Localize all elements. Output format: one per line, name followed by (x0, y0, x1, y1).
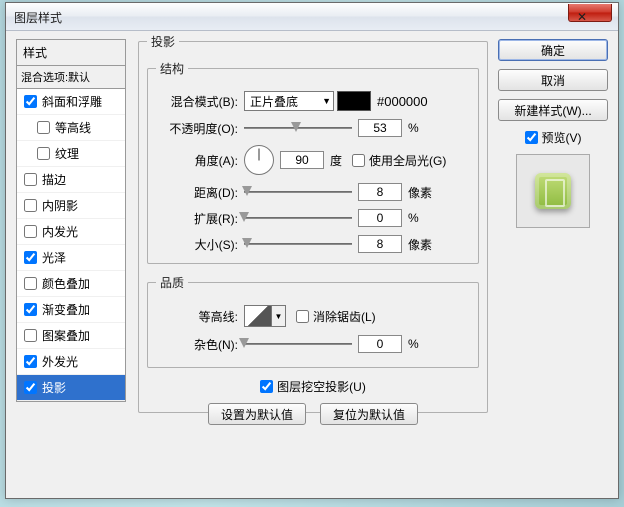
style-item-checkbox[interactable] (24, 225, 37, 238)
titlebar[interactable]: 图层样式 ✕ (6, 3, 618, 31)
style-item-label: 外发光 (42, 353, 78, 370)
right-column: 确定 取消 新建样式(W)... 预览(V) (498, 39, 608, 228)
style-item-checkbox[interactable] (24, 355, 37, 368)
antialias-checkbox[interactable]: 消除锯齿(L) (296, 308, 376, 325)
style-item-checkbox[interactable] (24, 199, 37, 212)
new-style-button[interactable]: 新建样式(W)... (498, 99, 608, 121)
angle-label: 角度(A): (156, 152, 238, 169)
main-title: 投影 (147, 33, 179, 50)
angle-dial[interactable] (244, 145, 274, 175)
preview-icon (535, 173, 571, 209)
ok-button[interactable]: 确定 (498, 39, 608, 61)
style-item-9[interactable]: 图案叠加 (17, 323, 125, 349)
style-item-2[interactable]: 纹理 (17, 141, 125, 167)
angle-unit: 度 (330, 152, 342, 169)
blend-options-default[interactable]: 混合选项:默认 (16, 65, 126, 89)
close-icon: ✕ (577, 10, 587, 25)
spread-slider[interactable] (244, 211, 352, 225)
contour-dropdown[interactable]: ▼ (272, 305, 286, 327)
style-item-5[interactable]: 内发光 (17, 219, 125, 245)
styles-list: 斜面和浮雕等高线纹理描边内阴影内发光光泽颜色叠加渐变叠加图案叠加外发光投影 (16, 89, 126, 402)
style-item-checkbox[interactable] (24, 251, 37, 264)
size-label: 大小(S): (156, 236, 238, 253)
style-item-label: 纹理 (55, 145, 79, 162)
size-input[interactable] (358, 235, 402, 253)
style-item-checkbox[interactable] (37, 121, 50, 134)
style-item-label: 内发光 (42, 223, 78, 240)
opacity-slider[interactable] (244, 121, 352, 135)
close-button[interactable]: ✕ (568, 4, 612, 22)
distance-slider[interactable] (244, 185, 352, 199)
opacity-input[interactable] (358, 119, 402, 137)
dialog-title: 图层样式 (14, 9, 62, 26)
styles-header[interactable]: 样式 (16, 39, 126, 65)
style-item-label: 描边 (42, 171, 66, 188)
shadow-color-swatch[interactable] (337, 91, 371, 111)
structure-group: 结构 混合模式(B): 正片叠底 ▼ #000000 不透明度(O): % (147, 60, 479, 264)
style-item-checkbox[interactable] (24, 173, 37, 186)
distance-unit: 像素 (408, 184, 432, 201)
size-slider[interactable] (244, 237, 352, 251)
angle-input[interactable] (280, 151, 324, 169)
blend-mode-combo[interactable]: 正片叠底 ▼ (244, 91, 334, 111)
reset-default-button[interactable]: 复位为默认值 (320, 403, 418, 425)
distance-input[interactable] (358, 183, 402, 201)
style-item-checkbox[interactable] (24, 381, 37, 394)
spread-label: 扩展(R): (156, 210, 238, 227)
knockout-checkbox[interactable]: 图层挖空投影(U) (260, 378, 366, 395)
style-item-label: 内阴影 (42, 197, 78, 214)
opacity-unit: % (408, 121, 419, 135)
style-item-label: 渐变叠加 (42, 301, 90, 318)
set-default-button[interactable]: 设置为默认值 (208, 403, 306, 425)
style-item-8[interactable]: 渐变叠加 (17, 297, 125, 323)
quality-title: 品质 (156, 274, 188, 291)
style-item-label: 斜面和浮雕 (42, 93, 102, 110)
quality-group: 品质 等高线: ▼ 消除锯齿(L) 杂色(N): % (147, 274, 479, 368)
style-item-1[interactable]: 等高线 (17, 115, 125, 141)
spread-unit: % (408, 211, 419, 225)
cancel-button[interactable]: 取消 (498, 69, 608, 91)
style-item-checkbox[interactable] (24, 95, 37, 108)
style-item-4[interactable]: 内阴影 (17, 193, 125, 219)
noise-label: 杂色(N): (156, 336, 238, 353)
style-item-label: 光泽 (42, 249, 66, 266)
style-item-label: 等高线 (55, 119, 91, 136)
style-item-11[interactable]: 投影 (17, 375, 125, 401)
contour-swatch[interactable] (244, 305, 272, 327)
style-item-3[interactable]: 描边 (17, 167, 125, 193)
noise-unit: % (408, 337, 419, 351)
style-item-label: 投影 (42, 379, 66, 396)
global-light-checkbox[interactable]: 使用全局光(G) (352, 152, 446, 169)
preview-box (516, 154, 590, 228)
distance-label: 距离(D): (156, 184, 238, 201)
style-item-checkbox[interactable] (24, 329, 37, 342)
opacity-label: 不透明度(O): (156, 120, 238, 137)
shadow-color-hex: #000000 (377, 94, 428, 109)
size-unit: 像素 (408, 236, 432, 253)
main-group: 投影 结构 混合模式(B): 正片叠底 ▼ #000000 不透明度(O): (138, 33, 488, 413)
style-item-0[interactable]: 斜面和浮雕 (17, 89, 125, 115)
style-item-checkbox[interactable] (24, 303, 37, 316)
preview-checkbox[interactable]: 预览(V) (498, 129, 608, 146)
style-item-6[interactable]: 光泽 (17, 245, 125, 271)
noise-input[interactable] (358, 335, 402, 353)
style-item-checkbox[interactable] (37, 147, 50, 160)
blend-mode-label: 混合模式(B): (156, 93, 238, 110)
structure-title: 结构 (156, 60, 188, 77)
style-item-label: 图案叠加 (42, 327, 90, 344)
style-item-7[interactable]: 颜色叠加 (17, 271, 125, 297)
blend-mode-value: 正片叠底 (250, 93, 298, 110)
style-item-label: 颜色叠加 (42, 275, 90, 292)
contour-label: 等高线: (156, 308, 238, 325)
style-item-checkbox[interactable] (24, 277, 37, 290)
chevron-down-icon: ▼ (322, 96, 331, 106)
noise-slider[interactable] (244, 337, 352, 351)
spread-input[interactable] (358, 209, 402, 227)
styles-panel: 样式 混合选项:默认 斜面和浮雕等高线纹理描边内阴影内发光光泽颜色叠加渐变叠加图… (16, 39, 126, 402)
layer-style-dialog: 图层样式 ✕ 样式 混合选项:默认 斜面和浮雕等高线纹理描边内阴影内发光光泽颜色… (5, 2, 619, 499)
style-item-10[interactable]: 外发光 (17, 349, 125, 375)
